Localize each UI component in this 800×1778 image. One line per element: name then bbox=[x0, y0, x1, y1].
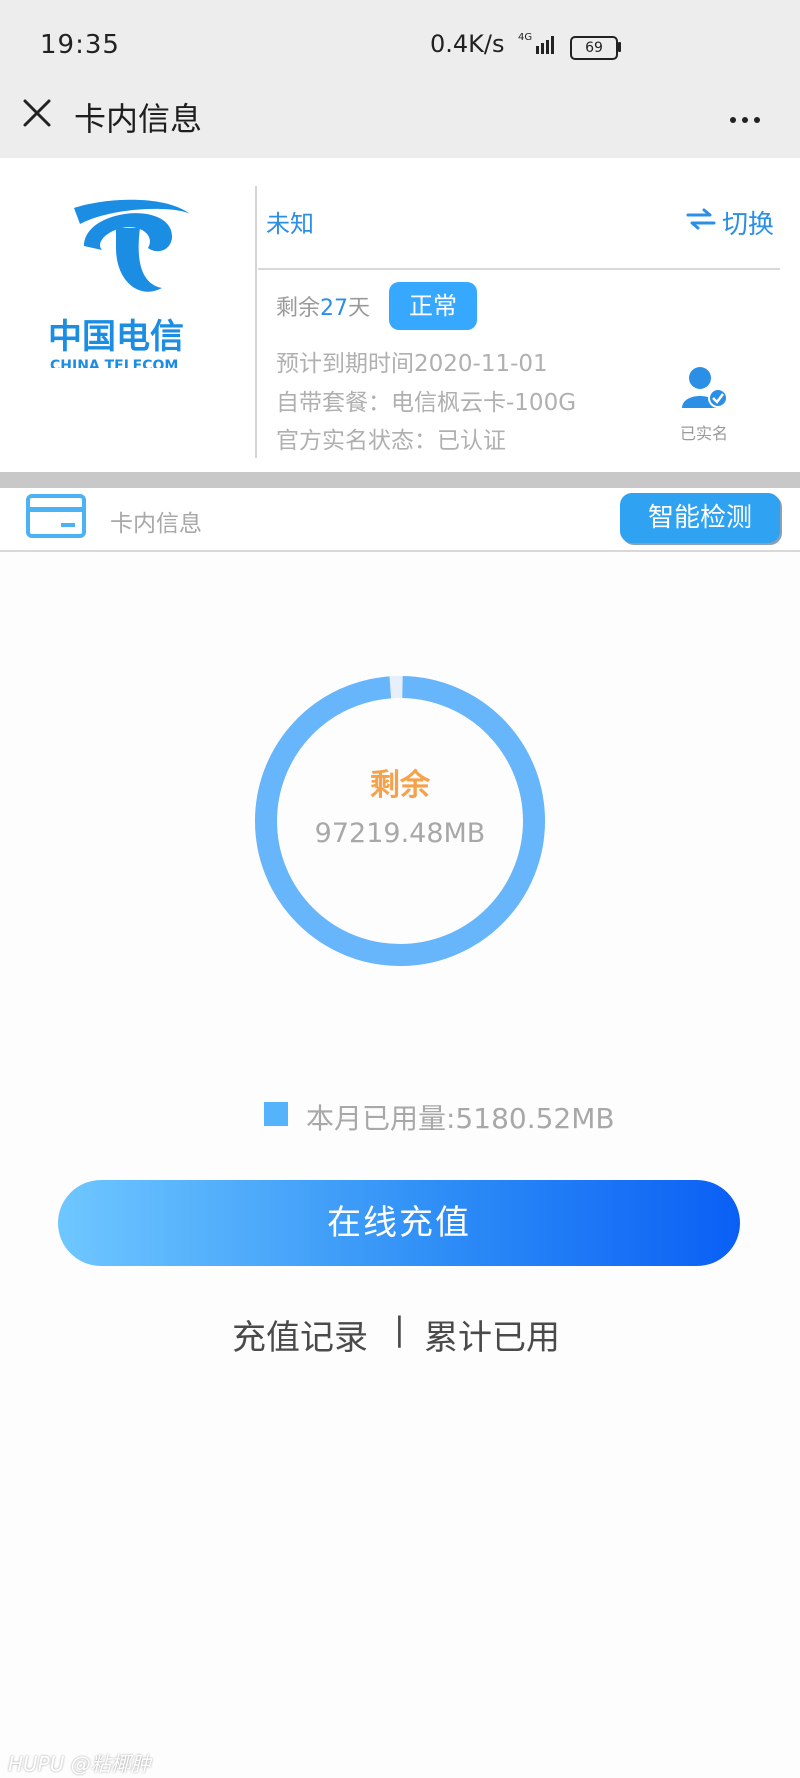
smart-detect-button[interactable]: 智能检测 bbox=[620, 493, 780, 543]
close-icon[interactable] bbox=[22, 98, 52, 128]
verified-user-icon bbox=[682, 367, 728, 408]
remain-days-value: 27 bbox=[320, 296, 349, 321]
battery-tip bbox=[618, 42, 621, 52]
more-icon[interactable] bbox=[730, 108, 766, 127]
status-time: 19:35 bbox=[40, 30, 120, 60]
vertical-divider bbox=[255, 186, 257, 458]
battery-icon: 69 bbox=[570, 36, 618, 60]
logo-text-en: CHINA TELECOM bbox=[50, 358, 178, 368]
link-separator: | bbox=[394, 1310, 405, 1348]
carrier-name: 未知 bbox=[266, 210, 314, 238]
page-title: 卡内信息 bbox=[74, 100, 203, 138]
remaining-days: 剩余27天 bbox=[276, 290, 370, 322]
realname-status: 官方实名状态：已认证 bbox=[276, 428, 506, 454]
ring-label: 剩余 bbox=[370, 768, 430, 803]
total-used-link[interactable]: 累计已用 bbox=[424, 1310, 560, 1359]
legend-square bbox=[264, 1102, 288, 1126]
expiry-date: 预计到期时间2020-11-01 bbox=[276, 351, 548, 377]
section-title: 卡内信息 bbox=[110, 511, 202, 537]
remaining-data: 97219.48MB bbox=[314, 818, 486, 849]
recharge-records-link[interactable]: 充值记录 bbox=[232, 1310, 368, 1359]
section-separator bbox=[0, 472, 800, 488]
switch-button[interactable]: 切换 bbox=[722, 204, 774, 241]
signal-icon bbox=[536, 36, 554, 54]
network-type: 4G bbox=[518, 32, 533, 43]
switch-icon[interactable] bbox=[686, 208, 716, 230]
horizontal-divider bbox=[258, 268, 780, 270]
remain-prefix: 剩余 bbox=[276, 296, 321, 321]
monthly-used: 本月已用量:5180.52MB bbox=[306, 1102, 615, 1135]
recharge-button[interactable]: 在线充值 bbox=[58, 1180, 740, 1266]
card-icon bbox=[26, 494, 86, 538]
status-badge: 正常 bbox=[389, 282, 477, 330]
logo-text-cn: 中国电信 bbox=[48, 317, 184, 357]
remain-suffix: 天 bbox=[348, 296, 371, 321]
china-telecom-logo: 中国电信 CHINA TELECOM bbox=[48, 199, 190, 368]
verified-label: 已实名 bbox=[680, 424, 729, 443]
status-bar bbox=[0, 0, 800, 80]
plan-info: 自带套餐：电信枫云卡-100G bbox=[276, 390, 577, 416]
watermark: HUPU @粘椰肿 bbox=[8, 1752, 151, 1776]
status-network-speed: 0.4K/s bbox=[430, 30, 505, 58]
